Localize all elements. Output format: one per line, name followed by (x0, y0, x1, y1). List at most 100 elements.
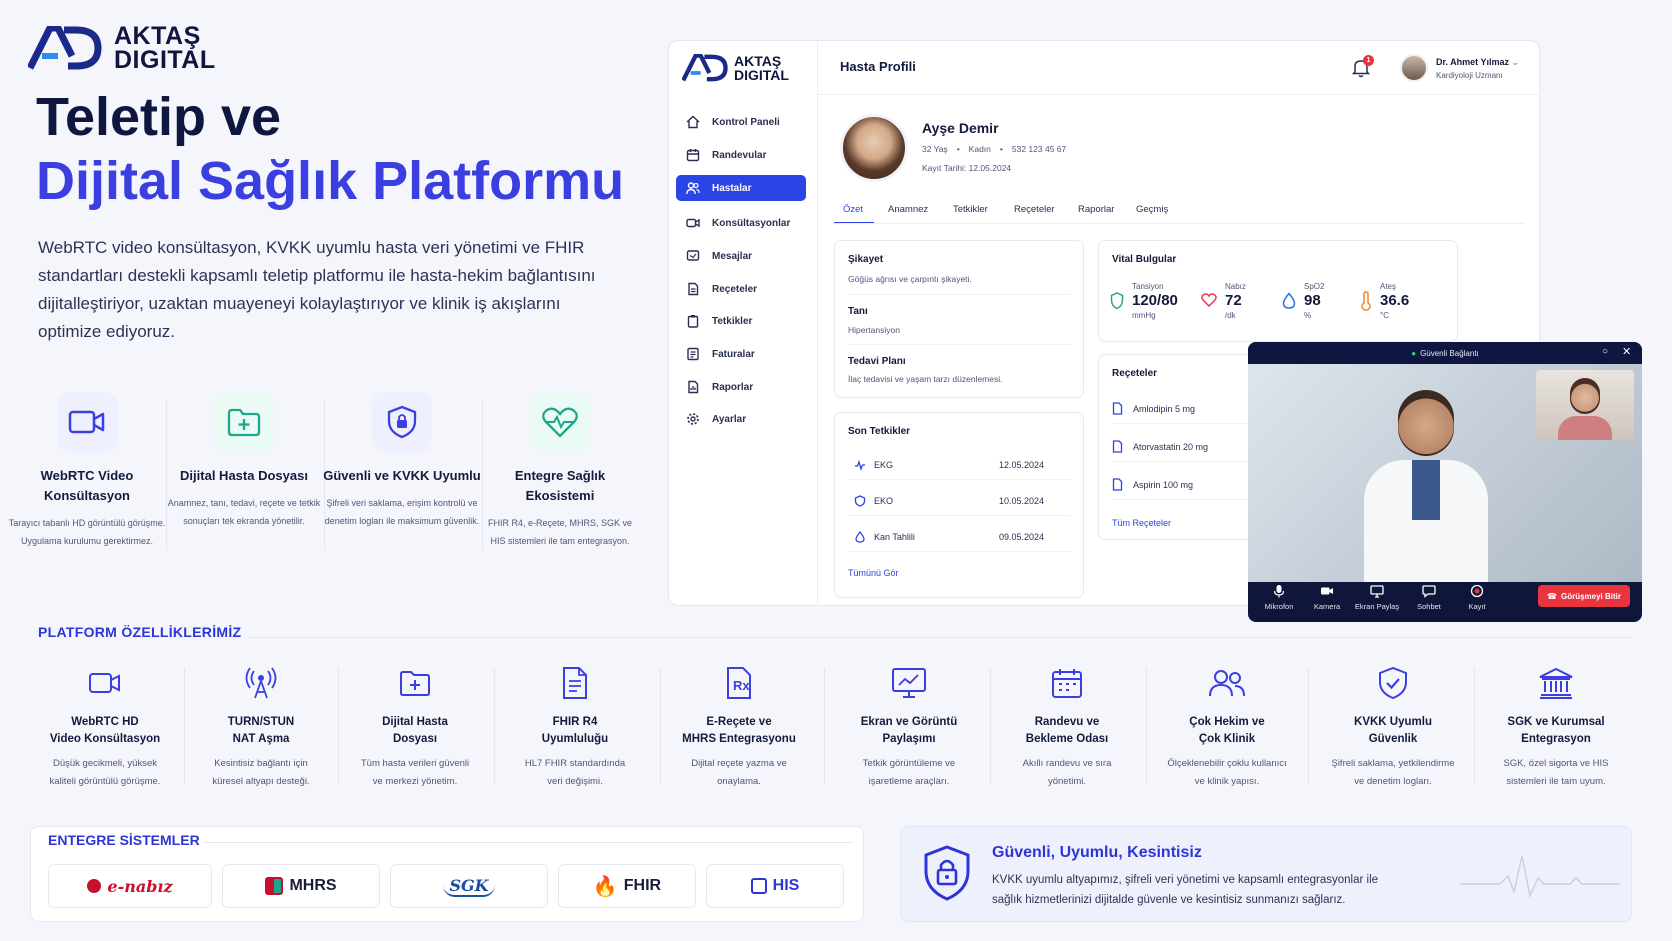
file-icon (1112, 402, 1123, 415)
sidebar-item-settings[interactable]: Ayarlar (676, 406, 806, 432)
diagnosis-text: Hipertansiyon (848, 325, 900, 335)
patient-meta: 32 Yaş • Kadın • 532 123 45 67 (922, 144, 1066, 154)
divider (848, 344, 1070, 345)
sidebar-item-patients[interactable]: Hastalar (676, 175, 806, 201)
all-prescriptions-link[interactable]: Tüm Reçeteler (1112, 518, 1171, 528)
feature-title: Entegrasyon (1521, 733, 1591, 745)
platform-feature: Dijital Hasta Dosyası Tüm hasta verileri … (340, 664, 490, 791)
feature-desc: Şifreli saklama, yetkilendirme (1331, 758, 1455, 769)
integration-enabiz[interactable]: e-nabız (48, 864, 212, 908)
svg-text:Rx: Rx (733, 678, 750, 693)
blood-drop-icon (855, 530, 865, 543)
header-divider (818, 94, 1540, 95)
platform-feature: WebRTC HD Video Konsültasyon Düşük gecikm… (30, 664, 180, 791)
vital-unit: °C (1380, 311, 1389, 320)
feature-desc: Düşük gecikmeli, yüksek (52, 758, 157, 769)
integration-his[interactable]: HIS (706, 864, 844, 908)
see-all-tests-link[interactable]: Tümünü Gör (848, 568, 899, 578)
feature-desc: ve klinik yapısı. (1194, 776, 1260, 787)
list-item[interactable]: Atorvastatin 20 mg (1112, 432, 1252, 462)
control-label: Mikrofon (1264, 602, 1294, 611)
patient-age: 32 Yaş (922, 144, 948, 154)
sidebar-item-messages[interactable]: Mesajlar (676, 243, 806, 269)
integration-sgk[interactable]: SGK (390, 864, 548, 908)
tab-reports[interactable]: Raporlar (1078, 204, 1114, 215)
screen-share-button[interactable]: Ekran Paylaş (1354, 584, 1400, 611)
end-call-label: Görüşmeyi Bitir (1560, 591, 1621, 601)
divider (1146, 668, 1147, 784)
chat-button[interactable]: Sohbet (1406, 584, 1452, 611)
feature-title: Çok Klinik (1198, 733, 1256, 745)
hero-feature-title: Güvenli ve KVKK Uyumlu (323, 468, 481, 483)
camera-button[interactable]: Kamera (1304, 584, 1350, 611)
tab-anamnesis[interactable]: Anamnez (888, 204, 928, 215)
list-item[interactable]: Amlodipin 5 mg (1112, 394, 1252, 424)
sidebar-item-prescriptions[interactable]: Reçeteler (676, 276, 806, 302)
tab-prescriptions[interactable]: Reçeteler (1014, 204, 1055, 215)
list-item[interactable]: EKG 12.05.2024 (848, 450, 1070, 480)
sidebar-item-appointments[interactable]: Randevular (676, 142, 806, 168)
sidebar-item-reports[interactable]: Raporlar (676, 374, 806, 400)
control-label: Kayıt (1468, 602, 1486, 611)
self-video-preview[interactable] (1536, 370, 1634, 440)
tab-history[interactable]: Geçmiş (1136, 204, 1168, 215)
mic-button[interactable]: Mikrofon (1256, 584, 1302, 611)
sidebar-item-dashboard[interactable]: Kontrol Paneli (676, 109, 806, 135)
feature-title: NAT Aşma (232, 733, 290, 745)
video-status-bar: ● Güvenli Bağlantı (1248, 342, 1642, 364)
tab-summary[interactable]: Özet (843, 204, 863, 215)
calendar-icon (1052, 669, 1082, 698)
video-camera-icon (89, 673, 120, 693)
integration-fhir[interactable]: 🔥 FHIR (558, 864, 696, 908)
hero-feature-desc: Şifreli veri saklama, erişim kontrolü ve… (324, 498, 480, 526)
feature-title: TURN/STUN (227, 716, 295, 728)
prescription-icon: Rx (727, 667, 751, 699)
dot-separator: • (956, 144, 960, 154)
minimize-icon[interactable]: ○ (1602, 346, 1608, 357)
list-item[interactable]: EKO 10.05.2024 (848, 486, 1070, 516)
list-item[interactable]: Aspirin 100 mg (1112, 470, 1252, 500)
integration-mhrs[interactable]: MHRS (222, 864, 380, 908)
close-icon[interactable]: ✕ (1622, 345, 1631, 358)
sidebar-brand-line1: AKTAŞ (734, 53, 782, 69)
video-call-window[interactable]: ● Güvenli Bağlantı ○ ✕ (1248, 342, 1642, 622)
end-call-button[interactable]: ☎ Görüşmeyi Bitir (1538, 585, 1630, 607)
feature-desc: Tüm hasta verileri güvenli (360, 758, 470, 769)
sidebar-item-consultations[interactable]: Konsültasyonlar (676, 210, 806, 236)
feature-title: WebRTC HD (71, 716, 139, 728)
tab-tests[interactable]: Tetkikler (953, 204, 988, 215)
feature-desc: onaylama. (717, 776, 761, 787)
patient-registered: Kayıt Tarihi: 12.05.2024 (922, 163, 1012, 173)
platform-feature: TURN/STUN NAT Aşma Kesintisiz bağlantı iç… (186, 664, 336, 791)
hero-feature-title: WebRTC Video Konsültasyon (40, 468, 134, 503)
sidebar-item-invoices[interactable]: Faturalar (676, 341, 806, 367)
ecg-line-decoration (1460, 848, 1620, 900)
hero-title-line1: Teletip ve (36, 87, 282, 147)
feature-title: Çok Hekim ve (1189, 716, 1265, 728)
feature-title: Paylaşımı (882, 733, 936, 745)
hero-feature-kvkk: Güvenli ve KVKK Uyumlu Şifreli veri sakl… (323, 392, 481, 530)
sidebar-item-tests[interactable]: Tetkikler (676, 308, 806, 334)
feature-title: Ekran ve Görüntü (860, 716, 958, 728)
gear-icon (687, 413, 699, 425)
shield-heart-icon (1110, 292, 1124, 310)
file-icon (1112, 478, 1123, 491)
feature-desc: veri değişimi. (547, 776, 603, 787)
list-item[interactable]: Kan Tahlili 09.05.2024 (848, 522, 1070, 552)
prescription-list: Amlodipin 5 mg Atorvastatin 20 mg Aspiri… (1112, 394, 1252, 500)
enabiz-logo-icon (87, 879, 102, 893)
doctor-avatar[interactable] (1400, 54, 1428, 82)
feature-desc: küresel altyapı desteği. (212, 776, 310, 787)
secure-banner-text-line: KVKK uyumlu altyapımız, şifreli veri yön… (992, 874, 1379, 886)
sidebar-item-label: Kontrol Paneli (712, 116, 780, 128)
feature-desc: ve merkezi yönetim. (372, 776, 458, 787)
doctor-menu[interactable]: Dr. Ahmet Yılmaz ⌄ Kardiyoloji Uzmanı (1436, 57, 1519, 80)
secure-banner-text: KVKK uyumlu altyapımız, şifreli veri yön… (992, 870, 1378, 910)
record-button[interactable]: Kayıt (1454, 584, 1500, 611)
vital-unit: mmHg (1132, 311, 1156, 320)
hero-feature-webrtc: WebRTC Video Konsültasyon Tarayıcı taban… (8, 392, 166, 550)
divider (1308, 668, 1309, 784)
divider (184, 668, 185, 784)
notification-button[interactable]: 1 (1352, 55, 1374, 78)
platform-feature: Çok Hekim ve Çok Klinik Ölçeklenebilir ço… (1152, 664, 1302, 791)
